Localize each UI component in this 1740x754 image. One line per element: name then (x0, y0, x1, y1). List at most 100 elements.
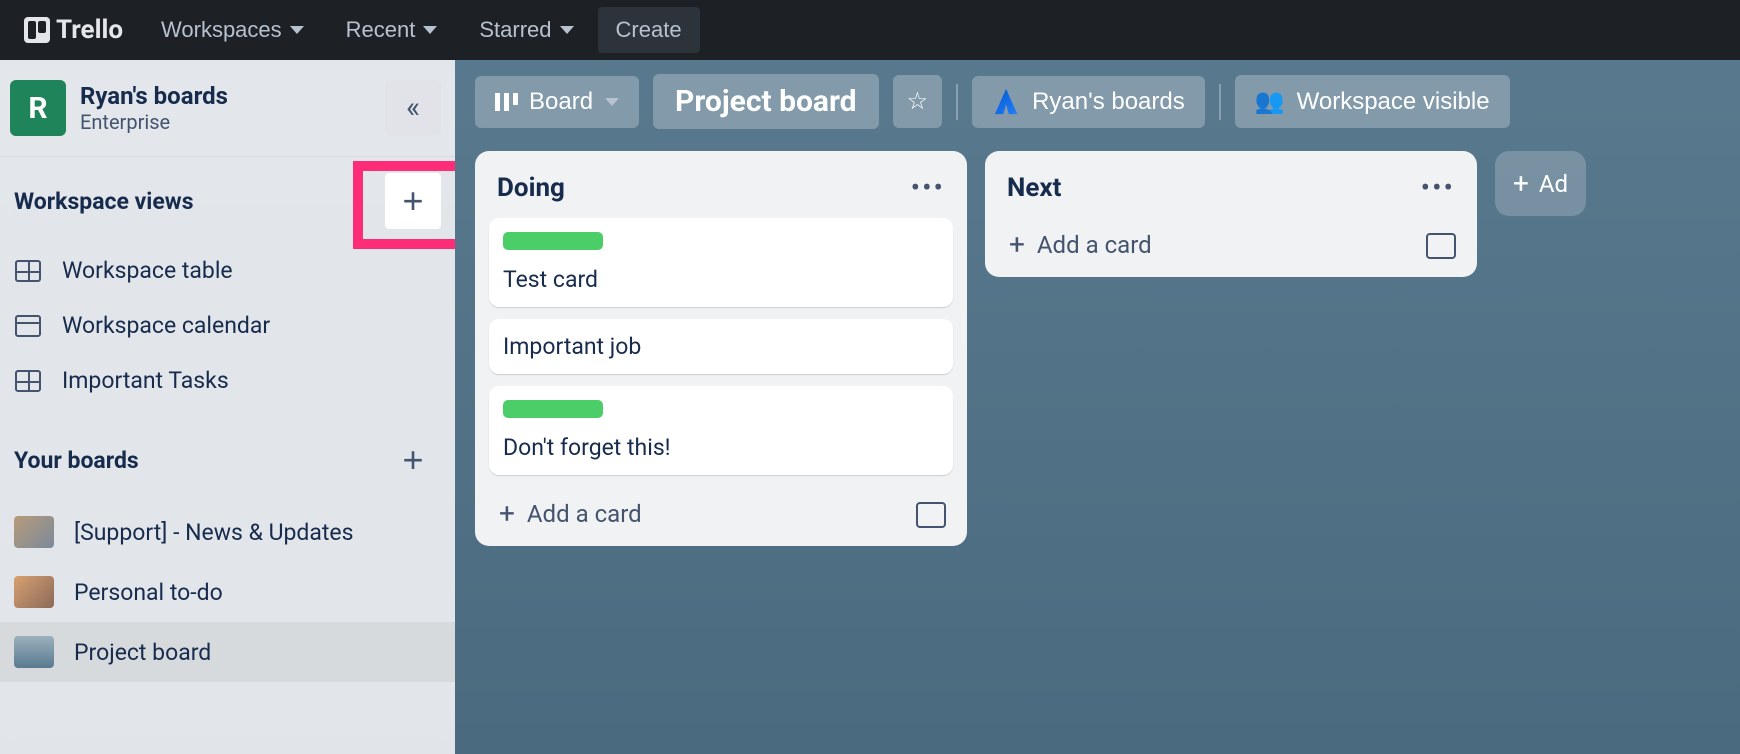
sidebar-item-label: Workspace table (62, 257, 233, 284)
calendar-icon (14, 315, 42, 337)
sidebar-board-item[interactable]: Personal to-do (0, 562, 455, 622)
sidebar-board-item-active[interactable]: Project board (0, 622, 455, 682)
template-icon (1449, 233, 1453, 256)
layout: R Ryan's boards Enterprise « Workspace v… (0, 60, 1740, 754)
chevron-down-icon (560, 26, 574, 34)
workspace-views-list: Workspace table Workspace calendar Impor… (0, 239, 455, 412)
trello-icon (24, 17, 50, 43)
list-footer: + Add a card (489, 487, 953, 532)
workspaces-label: Workspaces (161, 17, 282, 43)
starred-label: Starred (479, 17, 551, 43)
workspace-header: R Ryan's boards Enterprise « (0, 60, 455, 157)
card-label-green (503, 400, 603, 418)
visibility-label: Workspace visible (1297, 88, 1490, 116)
brand-logo[interactable]: Trello (10, 9, 137, 51)
lists-container: Doing ••• Test card Important job Don't … (455, 143, 1740, 554)
sidebar-item-label: Project board (74, 639, 211, 666)
chevron-down-icon (605, 98, 619, 106)
workspace-link[interactable]: Ryan's boards (972, 76, 1205, 128)
sidebar-item-important-tasks[interactable]: Important Tasks (0, 353, 455, 408)
list-doing: Doing ••• Test card Important job Don't … (475, 151, 967, 546)
card-label-green (503, 232, 603, 250)
workspace-avatar[interactable]: R (10, 80, 66, 136)
list-menu-button[interactable]: ••• (1421, 171, 1455, 204)
your-boards-list: [Support] - News & Updates Personal to-d… (0, 498, 455, 686)
card-text: Important job (503, 333, 939, 360)
template-icon (939, 502, 943, 525)
divider (956, 84, 958, 120)
card-template-button[interactable] (1449, 235, 1453, 254)
board-title[interactable]: Project board (653, 74, 879, 129)
sidebar-item-label: Important Tasks (62, 367, 229, 394)
board-bar: Board Project board ☆ Ryan's boards 👥 Wo… (455, 60, 1740, 143)
plus-icon: + (1513, 167, 1529, 200)
board-thumbnail (14, 516, 54, 548)
starred-menu[interactable]: Starred (461, 7, 591, 53)
board-view-switcher[interactable]: Board (475, 76, 639, 128)
create-label: Create (616, 17, 682, 43)
brand-name: Trello (56, 15, 123, 45)
sidebar-item-workspace-table[interactable]: Workspace table (0, 243, 455, 298)
card-text: Test card (503, 266, 939, 293)
sidebar-item-workspace-calendar[interactable]: Workspace calendar (0, 298, 455, 353)
chevron-down-icon (423, 26, 437, 34)
add-board-button[interactable]: + (385, 432, 441, 488)
sidebar-item-label: [Support] - News & Updates (74, 519, 354, 546)
plus-icon: + (1009, 228, 1025, 261)
workspace-info[interactable]: Ryan's boards Enterprise (80, 82, 228, 134)
star-icon: ☆ (907, 87, 929, 116)
card[interactable]: Test card (489, 218, 953, 307)
plus-icon: + (402, 180, 423, 222)
board-thumbnail (14, 576, 54, 608)
workspaces-menu[interactable]: Workspaces (143, 7, 322, 53)
list-next: Next ••• + Add a card (985, 151, 1477, 277)
divider (1219, 84, 1221, 120)
sidebar-item-label: Workspace calendar (62, 312, 270, 339)
board-title-text: Project board (675, 84, 857, 119)
ellipsis-icon: ••• (911, 171, 945, 204)
your-boards-title: Your boards (14, 447, 139, 474)
workspace-views-section-header: Workspace views + (0, 157, 455, 239)
star-board-button[interactable]: ☆ (893, 75, 943, 128)
people-icon: 👥 (1255, 87, 1285, 116)
board-area: Board Project board ☆ Ryan's boards 👥 Wo… (455, 60, 1740, 754)
add-workspace-view-button[interactable]: + (385, 173, 441, 229)
add-card-button[interactable]: + Add a card (499, 497, 642, 530)
workspace-avatar-letter: R (28, 91, 47, 126)
workspace-name: Ryan's boards (80, 82, 228, 110)
create-button[interactable]: Create (598, 7, 700, 53)
list-menu-button[interactable]: ••• (911, 171, 945, 204)
add-card-label: Add a card (527, 500, 642, 528)
list-header: Next ••• (999, 165, 1463, 218)
card[interactable]: Important job (489, 319, 953, 374)
collapse-sidebar-button[interactable]: « (385, 80, 441, 136)
plus-icon: + (499, 497, 515, 530)
chevron-down-icon (290, 26, 304, 34)
sidebar-item-label: Personal to-do (74, 579, 223, 606)
sidebar-board-item[interactable]: [Support] - News & Updates (0, 502, 455, 562)
table-icon (14, 260, 42, 282)
list-title[interactable]: Doing (497, 173, 565, 203)
recent-menu[interactable]: Recent (328, 7, 456, 53)
add-list-label: Ad (1539, 170, 1568, 198)
board-view-label: Board (529, 88, 593, 116)
recent-label: Recent (346, 17, 416, 43)
card-template-button[interactable] (939, 504, 943, 523)
list-title[interactable]: Next (1007, 173, 1061, 203)
add-list-button[interactable]: + Ad (1495, 151, 1586, 216)
plus-icon: + (402, 439, 423, 481)
double-chevron-left-icon: « (406, 93, 420, 123)
atlassian-icon (992, 88, 1020, 116)
card[interactable]: Don't forget this! (489, 386, 953, 475)
list-header: Doing ••• (489, 165, 953, 218)
list-footer: + Add a card (999, 218, 1463, 263)
add-card-button[interactable]: + Add a card (1009, 228, 1152, 261)
your-boards-section-header: Your boards + (0, 412, 455, 498)
visibility-button[interactable]: 👥 Workspace visible (1235, 75, 1510, 128)
top-nav: Trello Workspaces Recent Starred Create (0, 0, 1740, 60)
workspace-tier: Enterprise (80, 110, 228, 134)
sidebar: R Ryan's boards Enterprise « Workspace v… (0, 60, 455, 754)
board-icon (495, 93, 517, 111)
add-card-label: Add a card (1037, 231, 1152, 259)
board-thumbnail (14, 636, 54, 668)
